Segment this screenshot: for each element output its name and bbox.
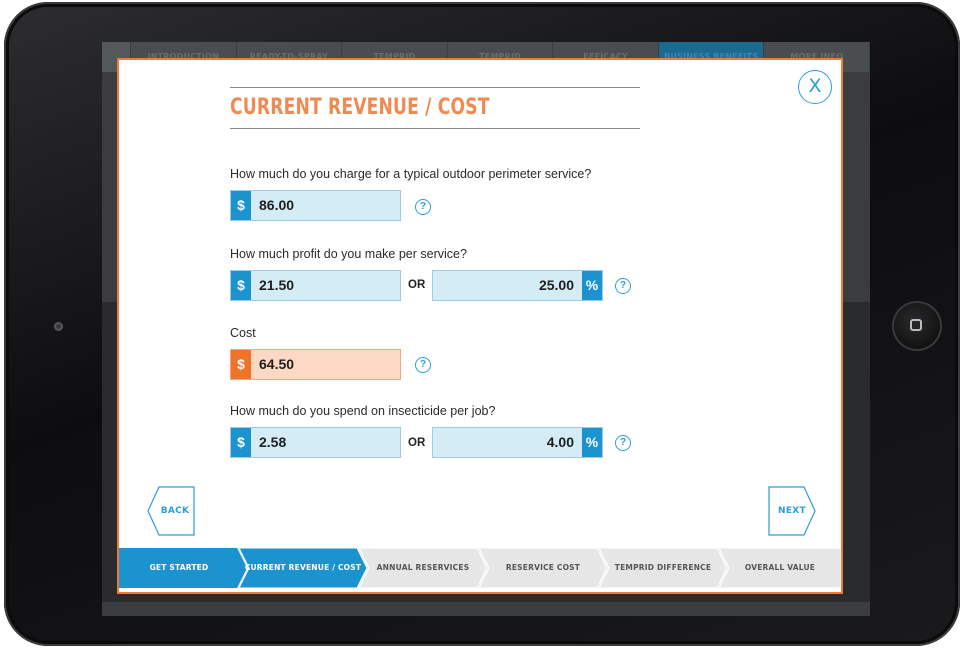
dollar-tag: $ bbox=[231, 191, 251, 220]
charge-input[interactable]: $ 86.00 bbox=[230, 190, 401, 221]
profit-dollar-input[interactable]: $ 21.50 bbox=[230, 270, 401, 301]
question-insecticide: How much do you spend on insecticide per… bbox=[230, 404, 496, 418]
step-reservice-cost[interactable]: RESERVICE COST bbox=[479, 548, 607, 588]
step-temprid-difference[interactable]: TEMPRID DIFFERENCE bbox=[599, 548, 727, 588]
profit-percent-value: 25.00 bbox=[538, 277, 574, 293]
dollar-tag: $ bbox=[231, 350, 251, 379]
close-button[interactable]: X bbox=[798, 70, 832, 104]
step-overall-value[interactable]: OVERALL VALUE bbox=[719, 548, 841, 588]
dollar-tag: $ bbox=[231, 428, 251, 457]
progress-steps: GET STARTED CURRENT REVENUE / COST ANNUA… bbox=[119, 548, 841, 588]
help-icon[interactable]: ? bbox=[615, 278, 631, 294]
help-icon[interactable]: ? bbox=[415, 199, 431, 215]
help-icon[interactable]: ? bbox=[415, 357, 431, 373]
cost-value: 64.50 bbox=[259, 356, 295, 372]
question-profit: How much profit do you make per service? bbox=[230, 247, 467, 261]
help-icon[interactable]: ? bbox=[615, 435, 631, 451]
title-rule-bottom bbox=[230, 128, 640, 129]
question-charge: How much do you charge for a typical out… bbox=[230, 167, 592, 181]
insecticide-percent-value: 4.00 bbox=[546, 434, 574, 450]
cost-output: $ 64.50 bbox=[230, 349, 401, 380]
profit-percent-input[interactable]: 25.00 % bbox=[432, 270, 603, 301]
insecticide-percent-input[interactable]: 4.00 % bbox=[432, 427, 603, 458]
insecticide-dollar-input[interactable]: $ 2.58 bbox=[230, 427, 401, 458]
charge-value: 86.00 bbox=[259, 197, 295, 213]
step-annual-reservices[interactable]: ANNUAL RESERVICES bbox=[359, 548, 487, 588]
back-button[interactable]: BACK bbox=[146, 486, 196, 536]
or-label: OR bbox=[408, 279, 426, 291]
insecticide-dollar-value: 2.58 bbox=[259, 434, 287, 450]
back-label: BACK bbox=[160, 506, 190, 516]
next-button[interactable]: NEXT bbox=[767, 486, 817, 536]
step-current-revenue-cost[interactable]: CURRENT REVENUE / COST bbox=[239, 548, 367, 588]
camera-icon bbox=[54, 322, 63, 331]
dollar-tag: $ bbox=[231, 271, 251, 300]
calculator-modal: X CURRENT REVENUE / COST How much do you… bbox=[117, 58, 843, 594]
home-button[interactable] bbox=[894, 303, 940, 349]
title-block: CURRENT REVENUE / COST bbox=[230, 87, 640, 129]
percent-tag: % bbox=[582, 271, 602, 300]
or-label: OR bbox=[408, 437, 426, 449]
percent-tag: % bbox=[582, 428, 602, 457]
step-get-started[interactable]: GET STARTED bbox=[119, 548, 247, 588]
profit-dollar-value: 21.50 bbox=[259, 277, 295, 293]
page-title: CURRENT REVENUE / COST bbox=[230, 95, 490, 120]
next-label: NEXT bbox=[778, 506, 806, 516]
cost-label: Cost bbox=[230, 326, 256, 340]
